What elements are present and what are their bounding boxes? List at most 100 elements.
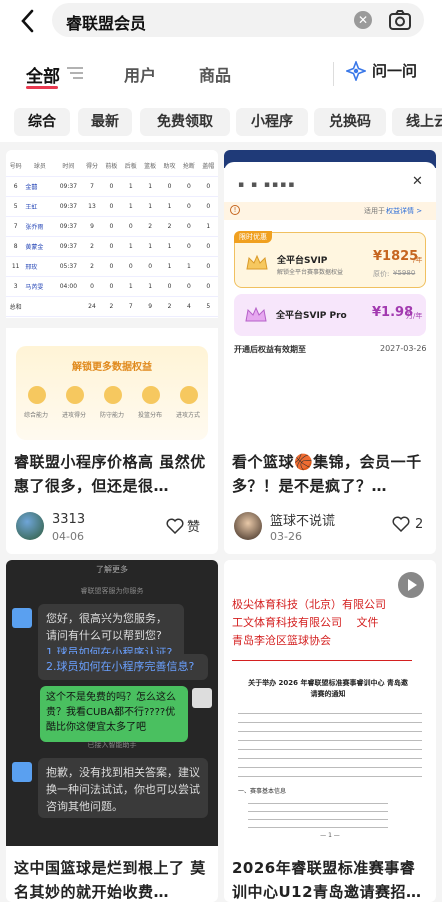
post-title[interactable]: 这中国篮球是烂到根上了 莫名其妙的就开始收费…: [14, 856, 210, 902]
notice-bar: ! 适用于 权益详情 >: [224, 202, 436, 220]
tab-divider: [333, 62, 334, 86]
video-play-icon[interactable]: [398, 572, 424, 598]
doc-header-line: 工文体育科技有限公司 文件: [232, 616, 379, 629]
chat-service-label: 睿联盟客服为你服务: [80, 587, 144, 595]
filter-icon[interactable]: [67, 66, 83, 80]
user-message: 这个不是免费的吗？怎么这么贵？我看CUBA都不行????优酷比你这便宜太多了吧: [40, 686, 188, 742]
post-date: 03-26: [270, 530, 302, 543]
like-label: 赞: [187, 520, 201, 535]
table-row: 6 金囍 09:37 7 0 1 1 0 0 0: [6, 176, 218, 197]
data-rights-banner: 解锁更多数据权益 综合能力 进攻得分 防守能力 投篮分布 进攻方式: [16, 346, 208, 440]
chip-free[interactable]: 免费领取: [140, 108, 230, 136]
post-thumbnail: 号码 球员 时间 得分 前板 后板 篮板 助攻 抢断 盖帽 6 金囍 09:37 7 0 1 1 0 0 0 5 王虹…: [6, 150, 218, 440]
active-tab-indicator: [26, 86, 58, 89]
bot-avatar: [12, 608, 32, 628]
tab-users[interactable]: 用户: [124, 62, 156, 86]
valid-date: 2027-03-26: [380, 344, 427, 353]
post-thumbnail: 极尖体育科技（北京）有限公司 工文体育科技有限公司 文件 青岛李沧区篮球协会 关…: [224, 560, 436, 846]
chip-comprehensive[interactable]: 综合: [14, 108, 70, 136]
post-card[interactable]: 极尖体育科技（北京）有限公司 工文体育科技有限公司 文件 青岛李沧区篮球协会 关…: [224, 560, 436, 902]
author-name[interactable]: 篮球不说谎: [270, 510, 335, 529]
plan-option-svip[interactable]: 限时优惠 全平台SVIP 解锁全平台赛事数据权益 ¥1825 /年 原价: ¥5…: [234, 231, 426, 288]
doc-page-number: — 1 —: [320, 832, 340, 839]
tab-goods[interactable]: 商品: [199, 62, 231, 86]
bot-avatar: [12, 762, 32, 782]
table-row: 7 张乔雨 09:37 9 0 0 2 2 0 1: [6, 216, 218, 237]
post-card[interactable]: ▪ ▪ ▪▪▪▪ ✕ ! 适用于 权益详情 > 限时优惠 全平台SVIP 解锁全…: [224, 150, 436, 554]
doc-notice-title: 关于举办 2026 年睿联盟标准赛事睿训中心 青岛邀请赛的通知: [248, 679, 408, 698]
tab-all[interactable]: 全部: [26, 62, 60, 87]
like-button[interactable]: 2: [392, 516, 423, 532]
post-thumbnail: 了解更多 睿联盟客服为你服务 您好，很高兴为您服务，请问有什么可以帮到您? 1.…: [6, 560, 218, 846]
stat-icon: [180, 386, 198, 404]
search-input[interactable]: 睿联盟会员 ✕: [52, 3, 424, 37]
image-search-icon[interactable]: [388, 9, 412, 31]
stats-table: 号码 球员 时间 得分 前板 后板 篮板 助攻 抢断 盖帽 6 金囍 09:37 7 0 1 1 0 0 0 5 王虹…: [6, 156, 218, 317]
plan-option-svip-pro[interactable]: 全平台SVIP Pro ¥1.98 万/年: [234, 294, 426, 336]
chip-online[interactable]: 线上云: [392, 108, 442, 136]
ai-sparkle-icon: [346, 60, 366, 81]
avatar[interactable]: [16, 512, 44, 540]
banner-item: 投篮分布: [137, 412, 162, 419]
post-title[interactable]: 2026年睿联盟标准赛事睿训中心U12青岛邀请赛招…: [232, 856, 428, 902]
post-title[interactable]: 睿联盟小程序价格高 虽然优惠了很多，但还是很…: [14, 450, 210, 498]
banner-item: 综合能力: [23, 412, 48, 419]
banner-title: 解锁更多数据权益: [72, 362, 152, 373]
stat-icon: [66, 386, 84, 404]
doc-header-line: 极尖体育科技（北京）有限公司: [232, 598, 386, 611]
faq-link[interactable]: 2.球员如何在小程序完善信息?: [38, 654, 208, 680]
stat-icon: [104, 386, 122, 404]
table-row: 3 马芮雯 04:00 0 0 1 1 0 0 0: [6, 276, 218, 297]
table-row: 11 邢玫 05:37 2 0 0 0 1 1 0: [6, 256, 218, 277]
crown-icon: [245, 306, 267, 322]
post-date: 04-06: [52, 530, 84, 543]
banner-item: 进攻得分: [61, 412, 86, 419]
clear-icon[interactable]: ✕: [354, 11, 372, 29]
rights-detail-link[interactable]: 权益详情 >: [386, 206, 422, 216]
result-tabs: 全部 用户 商品 问一问: [0, 44, 442, 102]
doc-body-text: [238, 708, 422, 778]
user-avatar: [192, 688, 212, 708]
table-total-row: 总和 24 2 7 9 2 4 5: [6, 296, 218, 317]
vip-popup: ▪ ▪ ▪▪▪▪ ✕ ! 适用于 权益详情 > 限时优惠 全平台SVIP 解锁全…: [224, 162, 436, 432]
search-query: 睿联盟会员: [66, 14, 147, 33]
top-bar: 睿联盟会员 ✕: [0, 0, 442, 44]
ask-label: 问一问: [372, 62, 418, 80]
plan-name: 全平台SVIP Pro: [276, 311, 347, 321]
info-icon: !: [230, 205, 240, 215]
ask-button[interactable]: 问一问: [346, 60, 417, 81]
limited-time-tag: 限时优惠: [234, 231, 272, 243]
post-title[interactable]: 看个篮球🏀集锦，会员一千多？！是不是疯了？…: [232, 450, 428, 498]
avatar[interactable]: [234, 512, 262, 540]
banner-item: 防守能力: [99, 412, 124, 419]
masked-username: ▪ ▪ ▪▪▪▪: [238, 180, 297, 190]
stat-icon: [28, 386, 46, 404]
plan-unit: /年: [413, 256, 423, 264]
author-name[interactable]: 3313: [52, 512, 85, 527]
back-arrow-icon[interactable]: [16, 8, 42, 34]
chip-redeem-code[interactable]: 兑换码: [314, 108, 386, 136]
doc-header: 极尖体育科技（北京）有限公司 工文体育科技有限公司 文件 青岛李沧区篮球协会: [232, 596, 386, 650]
like-button[interactable]: 赞: [166, 516, 200, 535]
close-icon[interactable]: ✕: [412, 174, 423, 189]
banner-item: 进攻方式: [175, 412, 200, 419]
heart-icon: [392, 516, 410, 532]
doc-section-heading: 一、赛事基本信息: [238, 788, 287, 795]
crown-icon: [246, 254, 268, 270]
post-card[interactable]: 了解更多 睿联盟客服为你服务 您好，很高兴为您服务，请问有什么可以帮到您? 1.…: [6, 560, 218, 902]
plan-name: 全平台SVIP: [277, 256, 328, 266]
bot-message: 抱歉，没有找到相关答案，建议换一种问法试试，你也可以尝试咨询其他问题。: [38, 758, 208, 818]
notice-prefix: 适用于: [364, 207, 385, 215]
doc-header-line: 青岛李沧区篮球协会: [232, 634, 331, 647]
bot-message-text: 您好，很高兴为您服务，请问有什么可以帮到您?: [46, 612, 167, 642]
chip-latest[interactable]: 最新: [78, 108, 132, 136]
plan-unit: 万/年: [406, 312, 423, 320]
chip-mini-program[interactable]: 小程序: [236, 108, 308, 136]
stat-icon: [142, 386, 160, 404]
like-count: 2: [415, 516, 424, 532]
orig-price: ¥5980: [393, 269, 416, 277]
post-card[interactable]: 号码 球员 时间 得分 前板 后板 篮板 助攻 抢断 盖帽 6 金囍 09:37 7 0 1 1 0 0 0 5 王虹…: [6, 150, 218, 554]
table-row: 5 王虹 09:37 13 0 1 1 1 0 0: [6, 196, 218, 217]
image-gap: [6, 318, 218, 328]
post-thumbnail: ▪ ▪ ▪▪▪▪ ✕ ! 适用于 权益详情 > 限时优惠 全平台SVIP 解锁全…: [224, 150, 436, 440]
